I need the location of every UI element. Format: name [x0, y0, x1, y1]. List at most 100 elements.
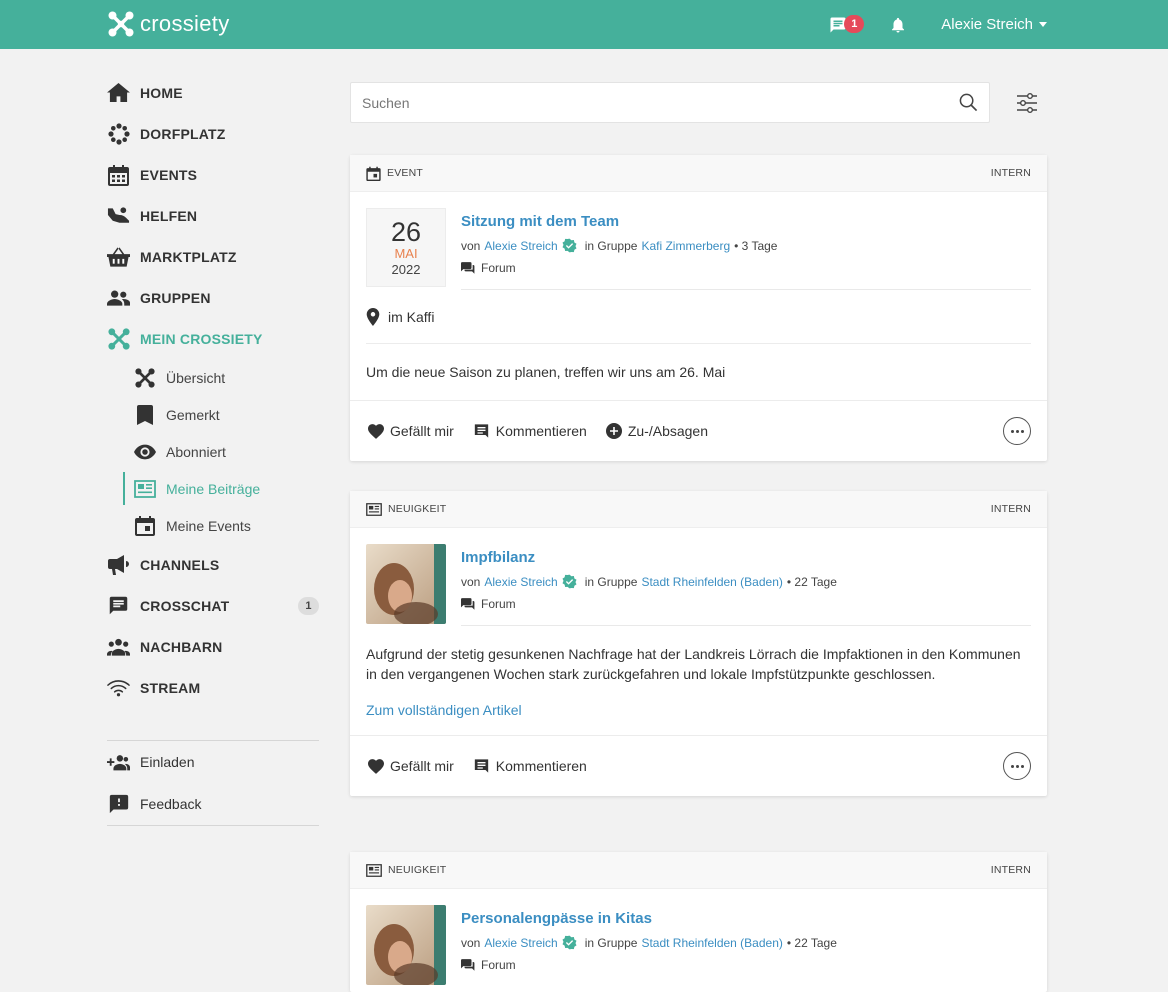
post-thumbnail[interactable] [366, 544, 446, 624]
comment-button[interactable]: Kommentieren [473, 423, 587, 439]
sidebar-subitem-meine-beitraege[interactable]: Meine Beiträge [107, 470, 319, 507]
sidebar-divider [107, 825, 319, 826]
like-label: Gefällt mir [390, 423, 454, 439]
location-pin-icon [366, 307, 380, 326]
sidebar-item-einladen[interactable]: Einladen [107, 741, 319, 783]
messages-button[interactable]: 1 [829, 13, 865, 37]
like-label: Gefällt mir [390, 758, 454, 774]
group-link[interactable]: Stadt Rheinfelden (Baden) [641, 936, 782, 950]
newspaper-icon [134, 479, 156, 498]
crosschat-count-badge: 1 [298, 596, 319, 615]
calendar-icon [108, 164, 129, 186]
forum-label[interactable]: Forum [481, 597, 516, 611]
home-icon [107, 82, 130, 103]
sidebar-item-feedback[interactable]: Feedback [107, 783, 319, 825]
event-day: 26 [390, 217, 422, 247]
forum-label[interactable]: Forum [481, 958, 516, 972]
group-link[interactable]: Kafi Zimmerberg [641, 239, 730, 253]
post-age: • 22 Tage [786, 935, 837, 950]
sidebar-subitem-uebersicht[interactable]: Übersicht [107, 359, 319, 396]
post-thumbnail[interactable] [366, 905, 446, 985]
author-link[interactable]: Alexie Streich [484, 936, 557, 950]
filter-sliders-icon[interactable] [1016, 92, 1038, 114]
comment-icon [474, 424, 488, 438]
chat-icon [109, 596, 128, 615]
event-month: MAI [394, 246, 418, 261]
bookmark-icon [137, 404, 153, 425]
post-age: • 22 Tage [786, 574, 837, 589]
stream-icon [107, 679, 130, 696]
sidebar-item-label: EVENTS [140, 166, 198, 183]
sidebar-item-helfen[interactable]: HELFEN [107, 195, 319, 236]
author-link[interactable]: Alexie Streich [484, 239, 557, 253]
sidebar-item-stream[interactable]: STREAM [107, 667, 319, 708]
sidebar-item-gruppen[interactable]: GRUPPEN [107, 277, 319, 318]
sidebar-item-channels[interactable]: CHANNELS [107, 544, 319, 585]
sidebar-item-crosschat[interactable]: CROSSCHAT 1 [107, 585, 319, 626]
sidebar-item-label: Einladen [140, 754, 195, 770]
visibility-label: INTERN [990, 503, 1031, 515]
helping-hand-icon [107, 206, 130, 223]
dorfplatz-icon [107, 122, 130, 145]
sidebar-item-label: DORFPLATZ [140, 125, 226, 142]
like-button[interactable]: Gefällt mir [368, 423, 454, 439]
sidebar-subitem-abonniert[interactable]: Abonniert [107, 433, 319, 470]
sidebar-item-label: MARKTPLATZ [140, 248, 237, 265]
sidebar-item-dorfplatz[interactable]: DORFPLATZ [107, 113, 319, 154]
megaphone-icon [107, 554, 129, 575]
sidebar-item-label: MEIN CROSSIETY [140, 330, 263, 347]
bell-icon[interactable] [889, 15, 907, 35]
crossiety-logo[interactable]: crossiety [108, 11, 230, 37]
sidebar-item-nachbarn[interactable]: NACHBARN [107, 626, 319, 667]
author-link[interactable]: Alexie Streich [484, 575, 557, 589]
sidebar-item-mein-crossiety[interactable]: MEIN CROSSIETY [107, 318, 319, 359]
sidebar-item-marktplatz[interactable]: MARKTPLATZ [107, 236, 319, 277]
event-icon [135, 516, 155, 536]
crossiety-icon [107, 327, 130, 350]
more-options-button[interactable] [1003, 417, 1031, 445]
sidebar-item-label: CROSSCHAT [140, 597, 230, 614]
comment-button[interactable]: Kommentieren [473, 758, 587, 774]
heart-icon [368, 423, 384, 439]
read-more-link[interactable]: Zum vollständigen Artikel [366, 702, 1031, 735]
group-link[interactable]: Stadt Rheinfelden (Baden) [641, 575, 782, 589]
group-prefix: in Gruppe [584, 238, 638, 253]
invite-icon [107, 754, 130, 770]
search-bar [350, 82, 990, 123]
search-input[interactable] [351, 83, 941, 122]
sidebar-subitem-meine-events[interactable]: Meine Events [107, 507, 319, 544]
user-name: Alexie Streich [941, 16, 1033, 33]
post-title[interactable]: Sitzung mit dem Team [461, 213, 1031, 234]
more-options-button[interactable] [1003, 752, 1031, 780]
feedback-icon [109, 794, 128, 814]
post-title[interactable]: Impfbilanz [461, 549, 1031, 570]
sidebar-subitem-gemerkt[interactable]: Gemerkt [107, 396, 319, 433]
verified-badge-icon [562, 935, 577, 950]
group-prefix: in Gruppe [584, 574, 638, 589]
group-prefix: in Gruppe [584, 935, 638, 950]
user-menu[interactable]: Alexie Streich [941, 16, 1047, 33]
crossiety-logo-icon [108, 11, 134, 37]
top-navbar: crossiety 1 Alexie Streich [0, 0, 1168, 49]
post-text: Um die neue Saison zu planen, treffen wi… [366, 364, 726, 380]
forum-label[interactable]: Forum [481, 261, 516, 275]
comment-label: Kommentieren [495, 758, 587, 774]
search-icon[interactable] [959, 93, 978, 112]
newspaper-icon [366, 863, 382, 877]
attend-button[interactable]: Zu-/Absagen [605, 423, 708, 439]
comment-label: Kommentieren [495, 423, 587, 439]
event-date-box: 26 MAI 2022 [366, 208, 446, 287]
post-card-event: EVENT INTERN 26 MAI 2022 Sitzung mit dem… [350, 155, 1047, 461]
like-button[interactable]: Gefällt mir [368, 758, 454, 774]
chevron-down-icon [1039, 22, 1047, 27]
verified-badge-icon [562, 238, 577, 253]
group-icon [107, 290, 130, 306]
sidebar-item-events[interactable]: EVENTS [107, 154, 319, 195]
post-title[interactable]: Personalengpässe in Kitas [461, 910, 1031, 931]
eye-icon [134, 444, 156, 459]
plus-circle-icon [605, 423, 622, 439]
brand-name: crossiety [140, 11, 230, 36]
post-type-label: NEUIGKEIT [388, 864, 447, 876]
forum-icon [461, 597, 475, 610]
sidebar-item-home[interactable]: HOME [107, 72, 319, 113]
